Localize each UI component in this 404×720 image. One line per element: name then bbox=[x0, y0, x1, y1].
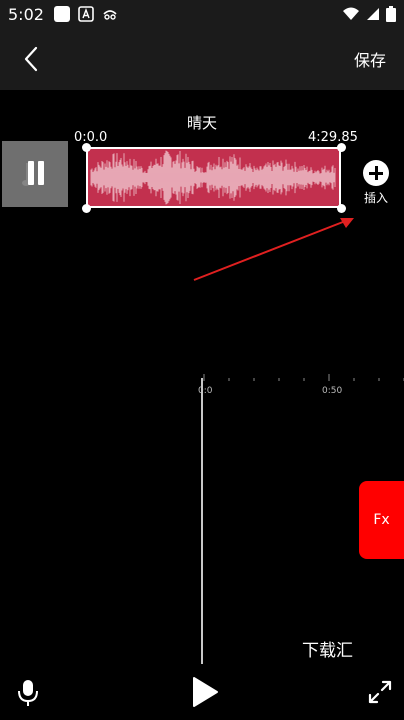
pause-icon-bar-right bbox=[38, 161, 44, 185]
audio-waveform bbox=[90, 150, 336, 205]
annotation-arrow bbox=[193, 218, 354, 281]
expand-icon[interactable] bbox=[366, 678, 394, 706]
track-start-time: 0:0.0 bbox=[74, 130, 108, 145]
ruler-ticks bbox=[203, 374, 404, 381]
status-bar: 5:02 bbox=[0, 0, 404, 28]
timeline-ruler[interactable]: 0:0 0:50 bbox=[196, 372, 404, 402]
waveform-selection[interactable] bbox=[86, 147, 341, 208]
incognito-icon bbox=[103, 10, 117, 20]
trim-handle-top-left[interactable] bbox=[82, 143, 91, 152]
add-circle-icon bbox=[363, 160, 389, 186]
back-arrow-icon[interactable] bbox=[18, 45, 46, 73]
pause-icon-bar-left bbox=[28, 161, 34, 185]
wifi-icon bbox=[343, 7, 359, 20]
trim-handle-top-right[interactable] bbox=[337, 143, 346, 152]
trim-handle-bottom-left[interactable] bbox=[82, 204, 91, 213]
play-icon[interactable] bbox=[190, 676, 220, 708]
fx-label: Fx bbox=[373, 512, 390, 528]
pause-button[interactable] bbox=[2, 141, 68, 207]
signal-icon bbox=[367, 8, 379, 20]
track-end-time: 4:29.85 bbox=[308, 130, 358, 145]
top-bar: 保存 bbox=[0, 28, 404, 90]
save-button[interactable]: 保存 bbox=[354, 47, 386, 71]
ruler-label-50s: 0:50 bbox=[322, 386, 343, 396]
playhead-line[interactable] bbox=[201, 378, 203, 664]
insert-label: 插入 bbox=[363, 191, 388, 205]
microphone-icon[interactable] bbox=[16, 678, 40, 708]
insert-button[interactable]: 插入 bbox=[360, 160, 392, 206]
app-a-icon bbox=[78, 6, 94, 22]
status-time: 5:02 bbox=[8, 4, 44, 24]
music-note-icon bbox=[22, 161, 44, 186]
waveform-path bbox=[90, 150, 336, 205]
fx-effects-button[interactable]: Fx bbox=[359, 481, 404, 559]
notification-icon bbox=[53, 6, 70, 22]
battery-icon bbox=[386, 6, 396, 22]
watermark-text: 下载汇 bbox=[302, 641, 353, 661]
